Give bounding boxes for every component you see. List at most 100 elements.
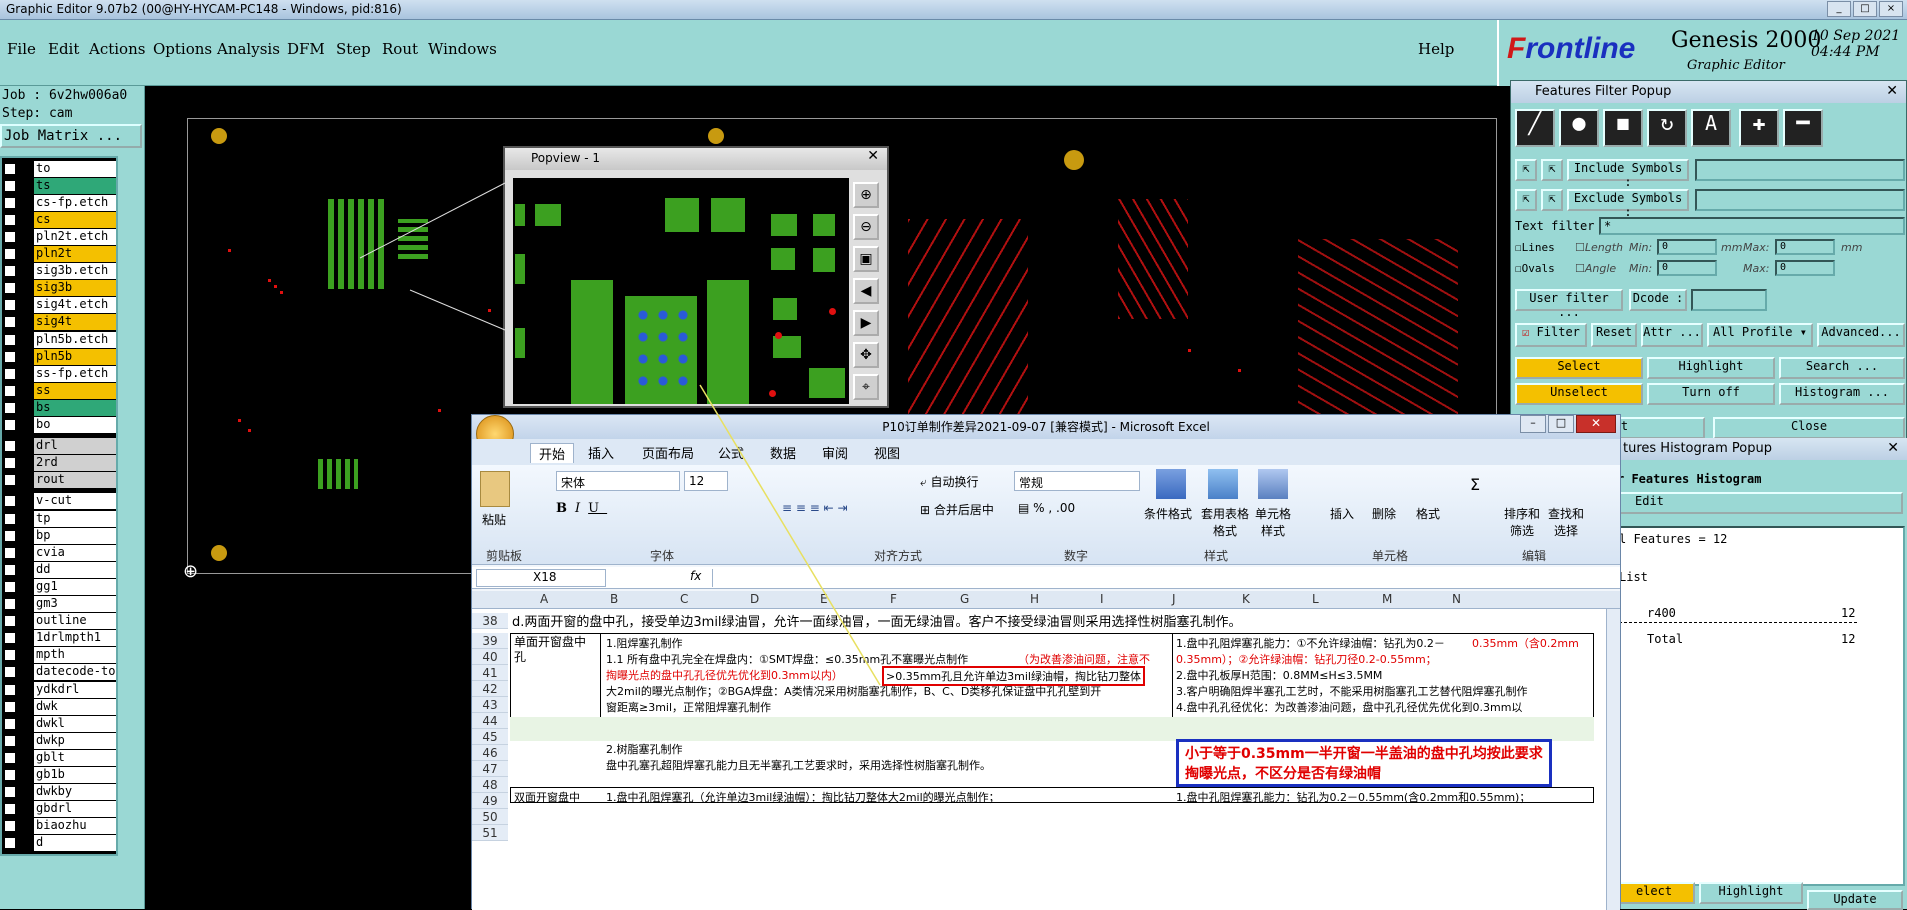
hist-highlight-button[interactable]: Highlight [1699, 882, 1803, 904]
layer-checkbox[interactable] [4, 474, 16, 487]
layer-row[interactable]: gm3 [4, 596, 116, 613]
layer-name[interactable]: biaozhu [34, 818, 116, 835]
sort-filter-button[interactable]: 排序和筛选 [1502, 505, 1542, 539]
layer-name[interactable]: cs [34, 211, 116, 228]
cell-j39-red[interactable]: 0.35mm（含0.2mm [1472, 635, 1579, 651]
layer-row[interactable]: dwk [4, 698, 116, 715]
layer-checkbox[interactable] [4, 162, 16, 175]
edit-menu[interactable]: Edit [1613, 492, 1903, 514]
unselect-button[interactable]: Unselect [1515, 383, 1643, 405]
layer-row[interactable]: cs [4, 211, 116, 228]
angle-min-input[interactable]: 0 [1657, 260, 1717, 276]
length-min-input[interactable]: 0 [1657, 239, 1717, 255]
cell-j41[interactable]: 2.盘中孔板厚H范围：0.8MM≤H≤3.5MM [1176, 667, 1382, 683]
text-filter-input[interactable]: * [1599, 217, 1905, 235]
layer-name[interactable]: dwk [34, 698, 116, 715]
layer-name[interactable]: pln2t [34, 246, 116, 262]
layer-name[interactable]: ts [34, 177, 116, 194]
layer-name[interactable]: dwkl [34, 715, 116, 732]
tab-home[interactable]: 开始 [530, 443, 575, 463]
filter-toggle[interactable]: ☑ Filter [1515, 323, 1587, 347]
layer-checkbox[interactable] [4, 632, 16, 645]
cell-a48[interactable]: 双面开窗盘中 [514, 789, 580, 805]
cell-j40[interactable]: 0.35mm）；②允许绿油帽：钻孔刀径0.2-0.55mm； [1176, 651, 1437, 667]
column-header[interactable]: B [610, 592, 618, 606]
layer-row[interactable]: bs [4, 399, 116, 416]
layer-checkbox[interactable] [4, 384, 16, 397]
histogram-button[interactable]: Histogram ... [1779, 383, 1905, 405]
row-header[interactable]: 38 [472, 613, 508, 629]
menu-options[interactable]: Options [153, 40, 212, 58]
layer-row[interactable]: sig3b [4, 280, 116, 297]
menu-rout[interactable]: Rout [382, 40, 418, 58]
row-header[interactable]: 45 [472, 729, 508, 745]
layer-name[interactable]: v-cut [34, 493, 116, 510]
cell-j42[interactable]: 3.客户明确阻焊半塞孔工艺时，不能采用树脂塞孔工艺替代阻焊塞孔制作 [1176, 683, 1528, 699]
menu-file[interactable]: File [7, 40, 36, 58]
menu-analysis[interactable]: Analysis [217, 40, 280, 58]
cell-b43[interactable]: 窗距离≥3mil，正常阻焊塞孔制作 [606, 699, 771, 715]
layer-checkbox[interactable] [4, 598, 16, 610]
layer-checkbox[interactable] [4, 734, 16, 747]
layer-row[interactable]: 2rd [4, 455, 116, 472]
merge-center-button[interactable]: ⊞ 合并后居中 [920, 501, 994, 518]
layer-name[interactable]: dwkby [34, 784, 116, 801]
layer-row[interactable]: gblt [4, 749, 116, 766]
row-header[interactable]: 44 [472, 713, 508, 729]
cell-b40[interactable]: 1.1 所有盘中孔完全在焊盘内：①SMT焊盘：≤0.35mm孔不塞曝光点制作 [606, 651, 968, 667]
layer-checkbox[interactable] [4, 769, 16, 781]
cell-a39[interactable]: 单面开窗盘中孔 [514, 635, 596, 665]
layer-checkbox[interactable] [4, 440, 16, 453]
features-filter-popup[interactable]: Features Filter Popup ✕ ╱ ● ◼ ↻ A ✚ ━ ⇱ … [1510, 80, 1907, 444]
close-button[interactable]: ✕ [1576, 415, 1616, 433]
layer-name[interactable]: mpth [34, 647, 116, 664]
row-header[interactable]: 48 [472, 777, 508, 793]
column-header[interactable]: G [960, 592, 969, 606]
layer-name[interactable]: tp [34, 510, 116, 527]
layer-checkbox[interactable] [4, 265, 16, 278]
layer-row[interactable]: gb1b [4, 767, 116, 784]
column-header[interactable]: L [1312, 592, 1319, 606]
symbol-name[interactable]: r400 [1647, 606, 1676, 620]
zoom-area-icon[interactable]: ⌖ [853, 374, 879, 400]
text-symbol-icon[interactable]: A [1691, 109, 1731, 147]
lines-checkbox[interactable]: ☐Lines [1515, 241, 1555, 254]
layer-checkbox[interactable] [4, 179, 16, 192]
exclude-symbols-input[interactable] [1695, 189, 1905, 211]
layer-row[interactable]: 1drlmpth1 [4, 630, 116, 647]
layer-name[interactable]: ydkdrl [34, 681, 116, 698]
layer-name[interactable]: rout [34, 472, 116, 489]
layer-checkbox[interactable] [4, 495, 16, 508]
layer-checkbox[interactable] [4, 615, 16, 628]
maximize-button[interactable]: □ [1853, 1, 1877, 17]
exclude-symbols-button[interactable]: Exclude Symbols : [1567, 189, 1689, 219]
layer-row[interactable]: to [4, 160, 116, 177]
hist-select-button[interactable]: elect [1613, 882, 1695, 904]
dcode-input[interactable] [1691, 289, 1767, 311]
layer-name[interactable]: d [34, 835, 116, 852]
layer-row[interactable]: cvia [4, 544, 116, 561]
layer-row[interactable]: drl [4, 438, 116, 455]
surface-symbol-icon[interactable]: ◼ [1603, 109, 1643, 147]
user-filter-button[interactable]: User filter ... [1515, 289, 1623, 319]
arrow-icon[interactable]: ⇱ [1515, 189, 1537, 211]
layer-row[interactable]: pln5b.etch [4, 331, 116, 348]
row-header[interactable]: 42 [472, 681, 508, 697]
layer-row[interactable]: biaozhu [4, 818, 116, 835]
menu-actions[interactable]: Actions [89, 40, 145, 58]
column-header[interactable]: C [680, 592, 688, 606]
include-symbols-button[interactable]: Include Symbols : [1567, 159, 1689, 189]
advanced-button[interactable]: Advanced... [1817, 323, 1905, 347]
reset-button[interactable]: Reset [1591, 323, 1637, 347]
layer-checkbox[interactable] [4, 751, 16, 764]
layer-checkbox[interactable] [4, 683, 16, 696]
layer-name[interactable]: gb1b [34, 767, 116, 783]
layer-checkbox[interactable] [4, 457, 16, 470]
layer-name[interactable]: dd [34, 561, 116, 578]
layer-row[interactable]: gbdrl [4, 801, 116, 818]
layer-checkbox[interactable] [4, 666, 16, 679]
layer-checkbox[interactable] [4, 282, 16, 295]
column-header[interactable]: M [1382, 592, 1392, 606]
histogram-popup[interactable]: tures Histogram Popup ✕ r Features Histo… [1612, 438, 1907, 910]
name-box[interactable]: X18 [476, 569, 606, 587]
